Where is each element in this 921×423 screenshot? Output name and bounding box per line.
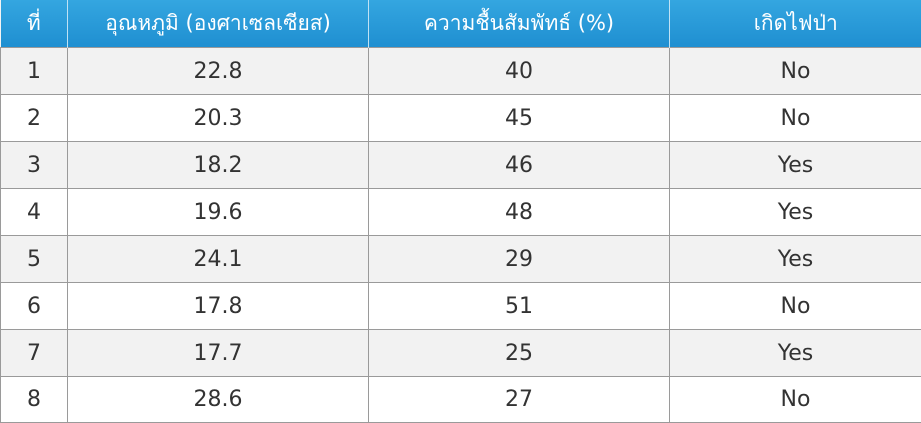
header-humidity: ความชื้นสัมพัทธ์ (%) — [369, 0, 670, 48]
cell-humidity: 29 — [369, 236, 670, 283]
cell-humidity: 45 — [369, 95, 670, 142]
data-table-container: ที่ อุณหภูมิ (องศาเซลเซียส) ความชื้นสัมพ… — [0, 0, 921, 422]
table-row: 2 20.3 45 No — [1, 95, 921, 142]
cell-index: 4 — [1, 189, 68, 236]
table-row: 3 18.2 46 Yes — [1, 142, 921, 189]
cell-humidity: 25 — [369, 330, 670, 377]
cell-temperature: 24.1 — [68, 236, 369, 283]
cell-index: 6 — [1, 283, 68, 330]
cell-wildfire: No — [670, 283, 921, 330]
cell-temperature: 28.6 — [68, 377, 369, 423]
cell-wildfire: No — [670, 48, 921, 95]
cell-wildfire: No — [670, 95, 921, 142]
header-wildfire: เกิดไฟป่า — [670, 0, 921, 48]
header-temperature: อุณหภูมิ (องศาเซลเซียส) — [68, 0, 369, 48]
cell-wildfire: Yes — [670, 330, 921, 377]
table-header: ที่ อุณหภูมิ (องศาเซลเซียส) ความชื้นสัมพ… — [1, 0, 921, 48]
cell-index: 3 — [1, 142, 68, 189]
header-index: ที่ — [1, 0, 68, 48]
cell-humidity: 48 — [369, 189, 670, 236]
cell-temperature: 17.8 — [68, 283, 369, 330]
cell-index: 8 — [1, 377, 68, 423]
cell-humidity: 51 — [369, 283, 670, 330]
table-row: 8 28.6 27 No — [1, 377, 921, 423]
cell-index: 1 — [1, 48, 68, 95]
cell-wildfire: Yes — [670, 236, 921, 283]
cell-temperature: 20.3 — [68, 95, 369, 142]
cell-index: 7 — [1, 330, 68, 377]
cell-humidity: 40 — [369, 48, 670, 95]
cell-index: 2 — [1, 95, 68, 142]
header-row: ที่ อุณหภูมิ (องศาเซลเซียส) ความชื้นสัมพ… — [1, 0, 921, 48]
cell-humidity: 46 — [369, 142, 670, 189]
wildfire-data-table: ที่ อุณหภูมิ (องศาเซลเซียส) ความชื้นสัมพ… — [0, 0, 921, 423]
cell-humidity: 27 — [369, 377, 670, 423]
table-body: 1 22.8 40 No 2 20.3 45 No 3 18.2 46 Yes … — [1, 48, 921, 423]
cell-temperature: 18.2 — [68, 142, 369, 189]
cell-wildfire: Yes — [670, 142, 921, 189]
cell-index: 5 — [1, 236, 68, 283]
cell-wildfire: Yes — [670, 189, 921, 236]
cell-temperature: 19.6 — [68, 189, 369, 236]
cell-wildfire: No — [670, 377, 921, 423]
cell-temperature: 17.7 — [68, 330, 369, 377]
table-row: 7 17.7 25 Yes — [1, 330, 921, 377]
table-row: 1 22.8 40 No — [1, 48, 921, 95]
cell-temperature: 22.8 — [68, 48, 369, 95]
table-row: 5 24.1 29 Yes — [1, 236, 921, 283]
table-row: 4 19.6 48 Yes — [1, 189, 921, 236]
table-row: 6 17.8 51 No — [1, 283, 921, 330]
